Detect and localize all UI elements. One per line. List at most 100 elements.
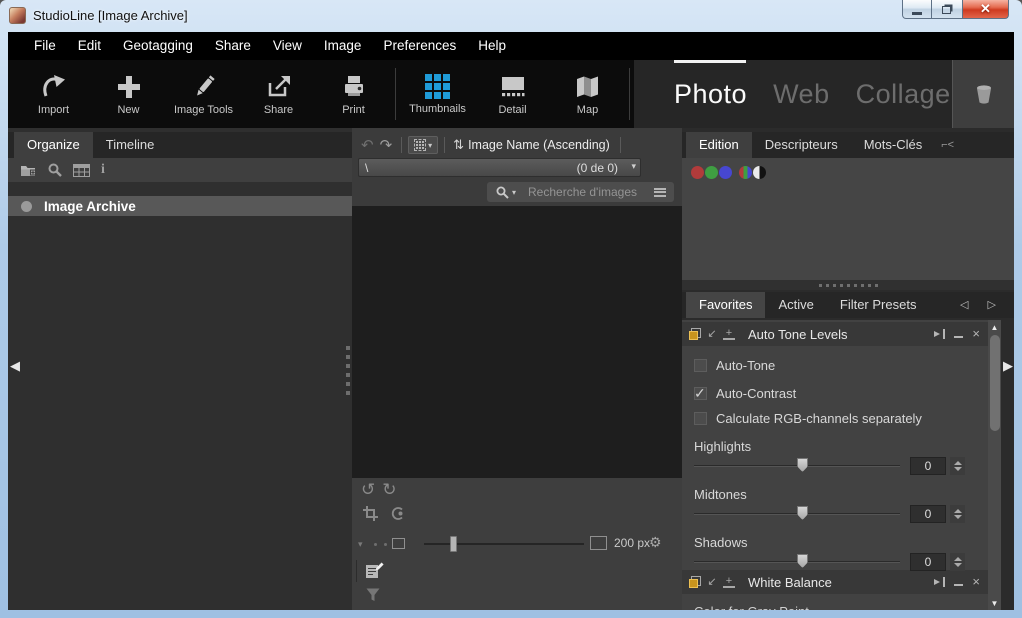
copy-settings-icon[interactable]	[689, 328, 701, 340]
crop-icon[interactable]	[363, 506, 378, 521]
image-search-box[interactable]: ▾ Recherche d'images	[487, 182, 674, 202]
small-thumbnail-icon[interactable]	[392, 538, 405, 549]
menu-share[interactable]: Share	[204, 32, 262, 60]
size-slider-track[interactable]	[424, 543, 584, 545]
spin-down-icon[interactable]	[954, 467, 962, 471]
info-icon[interactable]: i	[101, 162, 105, 178]
close-filter-icon[interactable]: ×	[972, 576, 980, 588]
print-button[interactable]: Print	[316, 60, 391, 128]
nav-back-icon[interactable]: ↶	[358, 136, 377, 154]
shadows-stepper[interactable]	[950, 553, 965, 571]
minimize-button[interactable]	[902, 0, 932, 19]
menu-help[interactable]: Help	[467, 32, 517, 60]
large-thumbnail-icon[interactable]	[590, 536, 607, 550]
panel-splitter-handle[interactable]	[346, 346, 350, 395]
share-button[interactable]: Share	[241, 60, 316, 128]
redeye-icon[interactable]	[390, 506, 405, 521]
map-view-button[interactable]: Map	[550, 60, 625, 128]
luminance-icon[interactable]	[753, 166, 766, 179]
preset-scroll-arrows[interactable]: ◁ ▷	[960, 292, 1004, 318]
new-folder-icon[interactable]	[20, 163, 37, 177]
highlights-value[interactable]: 0	[910, 457, 946, 475]
red-channel-icon[interactable]	[691, 166, 704, 179]
blue-channel-icon[interactable]	[719, 166, 732, 179]
tab-active[interactable]: Active	[765, 292, 826, 318]
path-selector[interactable]: \ (0 de 0) ▾	[358, 158, 641, 177]
edit-descriptors-icon[interactable]	[365, 562, 384, 580]
menu-edit[interactable]: Edit	[67, 32, 112, 60]
sort-order-label[interactable]: Image Name (Ascending)	[468, 138, 610, 152]
size-slider-thumb[interactable]	[450, 536, 457, 552]
image-tools-button[interactable]: Image Tools	[166, 60, 241, 128]
chevron-down-icon[interactable]: ▾	[631, 161, 636, 172]
midtones-value[interactable]: 0	[910, 505, 946, 523]
chevron-down-icon[interactable]: ▾	[512, 188, 516, 197]
popout-icon[interactable]	[933, 329, 945, 339]
rgb-separately-checkbox[interactable]	[694, 412, 707, 425]
chevron-down-icon[interactable]: ▾	[358, 539, 363, 550]
mode-tab-collage[interactable]: Collage	[856, 79, 951, 110]
apply-settings-icon[interactable]: ↙	[706, 576, 718, 588]
menu-geotagging[interactable]: Geotagging	[112, 32, 204, 60]
gear-icon[interactable]: ⚙	[649, 534, 662, 551]
tab-favorites[interactable]: Favorites	[686, 292, 765, 318]
collapse-left-panel-arrow[interactable]: ◀	[10, 358, 20, 374]
auto-contrast-checkbox[interactable]: ✓	[694, 387, 707, 400]
menu-image[interactable]: Image	[313, 32, 373, 60]
slider-thumb[interactable]	[797, 506, 808, 520]
spin-down-icon[interactable]	[954, 563, 962, 567]
auto-tone-checkbox[interactable]	[694, 359, 707, 372]
detail-view-button[interactable]: Detail	[475, 60, 550, 128]
search-menu-icon[interactable]	[654, 188, 666, 197]
tab-organize[interactable]: Organize	[14, 132, 93, 158]
spin-up-icon[interactable]	[954, 509, 962, 513]
close-filter-icon[interactable]: ×	[972, 328, 980, 340]
menu-view[interactable]: View	[262, 32, 313, 60]
shadows-value[interactable]: 0	[910, 553, 946, 571]
rgb-separately-row[interactable]: Calculate RGB-channels separately	[694, 407, 988, 429]
rgb-channels-icon[interactable]	[739, 166, 752, 179]
view-style-button[interactable]: ▾	[408, 136, 438, 154]
white-balance-header[interactable]: ↙ + White Balance ×	[682, 570, 988, 594]
collapse-right-panel-arrow[interactable]: ▶	[1003, 358, 1013, 374]
add-preset-icon[interactable]: +	[723, 328, 735, 340]
apply-settings-icon[interactable]: ↙	[706, 328, 718, 340]
slider-thumb[interactable]	[797, 458, 808, 472]
add-preset-icon[interactable]: +	[723, 576, 735, 588]
spin-down-icon[interactable]	[954, 515, 962, 519]
folder-item-image-archive[interactable]: Image Archive	[8, 196, 352, 216]
scrollbar-thumb[interactable]	[990, 335, 1000, 431]
mode-tab-photo[interactable]: Photo	[674, 79, 747, 110]
tab-filter-presets[interactable]: Filter Presets	[827, 292, 930, 318]
highlights-stepper[interactable]	[950, 457, 965, 475]
minimize-filter-icon[interactable]	[954, 336, 963, 338]
popout-icon[interactable]	[933, 577, 945, 587]
auto-contrast-row[interactable]: ✓ Auto-Contrast	[694, 382, 988, 404]
midtones-stepper[interactable]	[950, 505, 965, 523]
search-folders-icon[interactable]	[48, 163, 62, 177]
midtones-slider[interactable]	[694, 503, 900, 525]
panel-splitter-handle[interactable]	[682, 280, 1014, 290]
menu-file[interactable]: File	[23, 32, 67, 60]
auto-tone-levels-header[interactable]: ↙ + Auto Tone Levels ×	[682, 322, 988, 346]
copy-settings-icon[interactable]	[689, 576, 701, 588]
close-button[interactable]: ✕	[963, 0, 1009, 19]
filter-stack-scrollbar[interactable]: ▲ ▼	[988, 320, 1001, 610]
green-channel-icon[interactable]	[705, 166, 718, 179]
panel-collapse-icon[interactable]: ⌐<	[941, 139, 954, 151]
mode-tab-web[interactable]: Web	[773, 79, 830, 110]
table-view-icon[interactable]	[73, 164, 90, 177]
scroll-up-icon[interactable]: ▲	[988, 320, 1001, 334]
title-bar[interactable]: StudioLine [Image Archive] ✕	[0, 0, 1022, 32]
sort-direction-icon[interactable]: ⇅	[453, 137, 464, 153]
auto-tone-row[interactable]: Auto-Tone	[694, 354, 988, 376]
restore-button[interactable]	[932, 0, 963, 19]
tab-edition[interactable]: Edition	[686, 132, 752, 158]
nav-forward-icon[interactable]: ↷	[377, 136, 396, 154]
scroll-down-icon[interactable]: ▼	[988, 596, 1001, 610]
slider-thumb[interactable]	[797, 554, 808, 568]
filter-funnel-icon[interactable]	[366, 588, 380, 602]
spin-up-icon[interactable]	[954, 461, 962, 465]
highlights-slider[interactable]	[694, 455, 900, 477]
search-input[interactable]: Recherche d'images	[528, 185, 654, 199]
